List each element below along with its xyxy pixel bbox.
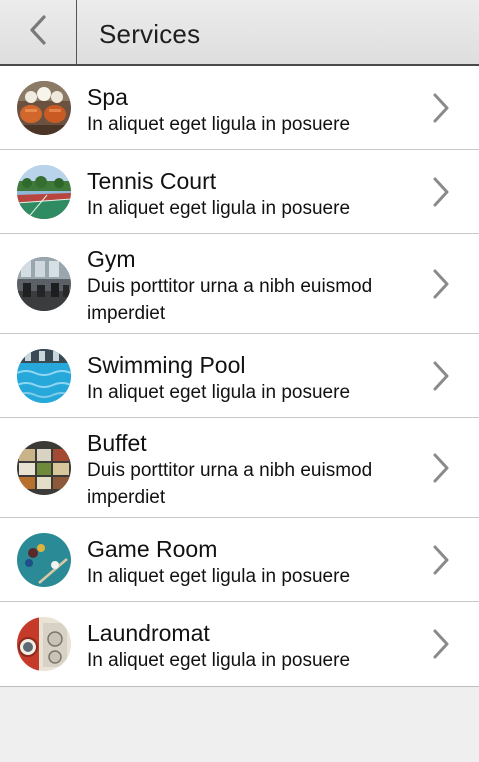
list-item-game-room[interactable]: Game Room In aliquet eget ligula in posu… bbox=[0, 518, 479, 602]
back-button[interactable] bbox=[0, 0, 77, 64]
tennis-court-thumbnail bbox=[17, 165, 71, 219]
list-item-tennis-court[interactable]: Tennis Court In aliquet eget ligula in p… bbox=[0, 150, 479, 234]
list-item-text: Game Room In aliquet eget ligula in posu… bbox=[87, 535, 409, 590]
service-name: Tennis Court bbox=[87, 168, 217, 194]
service-name: Laundromat bbox=[87, 620, 210, 646]
service-name: Buffet bbox=[87, 430, 147, 456]
list-item-swimming-pool[interactable]: Swimming Pool In aliquet eget ligula in … bbox=[0, 334, 479, 418]
services-list: Spa In aliquet eget ligula in posuere Te… bbox=[0, 66, 479, 687]
list-item-gym[interactable]: Gym Duis porttitor urna a nibh euismod i… bbox=[0, 234, 479, 334]
list-item-laundromat[interactable]: Laundromat In aliquet eget ligula in pos… bbox=[0, 602, 479, 686]
chevron-right-icon bbox=[431, 360, 451, 392]
service-description: Duis porttitor urna a nibh euismod imper… bbox=[87, 276, 373, 324]
game-room-thumbnail bbox=[17, 533, 71, 587]
list-item-text: Spa In aliquet eget ligula in posuere bbox=[87, 83, 409, 138]
gym-thumbnail bbox=[17, 257, 71, 311]
chevron-right-icon bbox=[431, 268, 451, 300]
laundromat-thumbnail bbox=[17, 617, 71, 671]
chevron-left-icon bbox=[28, 14, 48, 51]
list-item-text: Laundromat In aliquet eget ligula in pos… bbox=[87, 619, 409, 674]
list-item-spa[interactable]: Spa In aliquet eget ligula in posuere bbox=[0, 66, 479, 150]
service-name: Gym bbox=[87, 246, 136, 272]
buffet-thumbnail bbox=[17, 441, 71, 495]
list-item-text: Tennis Court In aliquet eget ligula in p… bbox=[87, 167, 409, 222]
service-name: Game Room bbox=[87, 536, 218, 562]
service-description: In aliquet eget ligula in posuere bbox=[87, 114, 351, 135]
list-item-buffet[interactable]: Buffet Duis porttitor urna a nibh euismo… bbox=[0, 418, 479, 518]
service-description: In aliquet eget ligula in posuere bbox=[87, 650, 351, 671]
list-item-text: Gym Duis porttitor urna a nibh euismod i… bbox=[87, 245, 409, 327]
services-screen: Services Spa In aliquet eget ligula in p… bbox=[0, 0, 479, 762]
chevron-right-icon bbox=[431, 544, 451, 576]
service-description: Duis porttitor urna a nibh euismod imper… bbox=[87, 460, 373, 508]
list-item-text: Swimming Pool In aliquet eget ligula in … bbox=[87, 351, 409, 406]
chevron-right-icon bbox=[431, 92, 451, 124]
service-name: Swimming Pool bbox=[87, 352, 246, 378]
list-item-text: Buffet Duis porttitor urna a nibh euismo… bbox=[87, 429, 409, 511]
chevron-right-icon bbox=[431, 176, 451, 208]
service-description: In aliquet eget ligula in posuere bbox=[87, 566, 351, 587]
service-name: Spa bbox=[87, 84, 128, 110]
service-description: In aliquet eget ligula in posuere bbox=[87, 382, 351, 403]
chevron-right-icon bbox=[431, 628, 451, 660]
service-description: In aliquet eget ligula in posuere bbox=[87, 198, 351, 219]
chevron-right-icon bbox=[431, 452, 451, 484]
header-bar: Services bbox=[0, 0, 479, 66]
spa-thumbnail bbox=[17, 81, 71, 135]
swimming-pool-thumbnail bbox=[17, 349, 71, 403]
page-title: Services bbox=[99, 19, 201, 49]
